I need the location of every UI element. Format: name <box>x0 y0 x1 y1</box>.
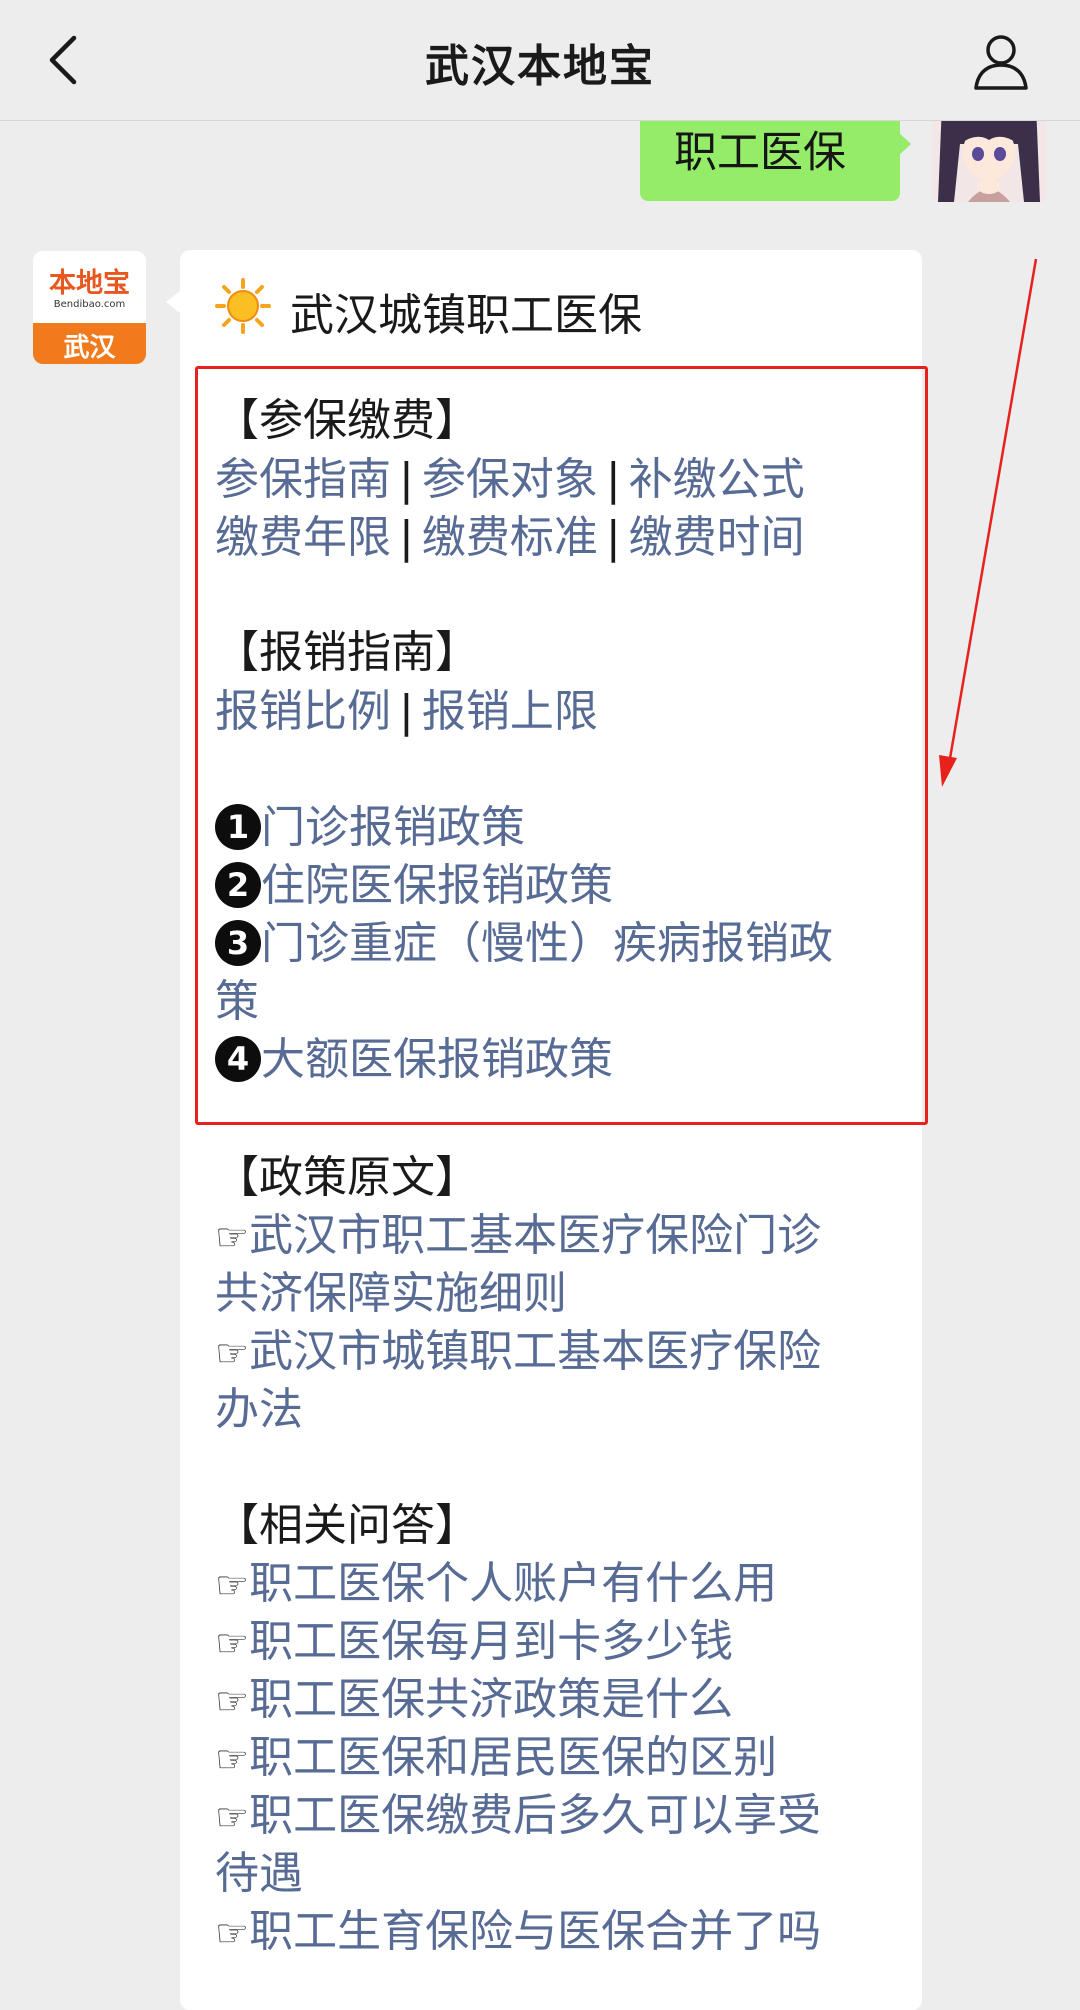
link-policy-basic-measures-wrap[interactable]: 办法 <box>215 1381 303 1439</box>
link-qa-monthly-amount[interactable]: 职工医保每月到卡多少钱 <box>249 1616 733 1667</box>
number-badge: 1 <box>215 804 261 850</box>
link-qa-personal-account[interactable]: 职工医保个人账户有什么用 <box>249 1558 777 1609</box>
section-title-policy: 【政策原文】 <box>215 1152 479 1203</box>
qa-item-5[interactable]: ☞职工医保缴费后多久可以享受 <box>215 1787 821 1845</box>
policy-item-2[interactable]: ☞武汉市城镇职工基本医疗保险 <box>215 1323 821 1381</box>
annotation-arrow <box>939 258 1038 787</box>
link-qa-maternity-merge[interactable]: 职工生育保险与医保合并了吗 <box>249 1906 821 1957</box>
link-back-payment-formula[interactable]: 补缴公式 <box>629 454 805 505</box>
link-policy-basic-measures[interactable]: 武汉市城镇职工基本医疗保险 <box>249 1326 821 1377</box>
numbered-item-3[interactable]: 3 门诊重症（慢性）疾病报销政 <box>215 915 833 973</box>
pointing-hand-icon: ☞ <box>215 1737 250 1781</box>
separator: | <box>399 686 414 737</box>
link-inpatient-policy[interactable]: 住院医保报销政策 <box>261 860 613 911</box>
qa-item-6[interactable]: ☞职工生育保险与医保合并了吗 <box>215 1903 821 1961</box>
numbered-item-4[interactable]: 4 大额医保报销政策 <box>215 1031 613 1089</box>
logo-text: 本地宝 <box>49 268 130 299</box>
number-badge: 2 <box>215 862 261 908</box>
qa-item-1[interactable]: ☞职工医保个人账户有什么用 <box>215 1555 777 1613</box>
link-outpatient-policy[interactable]: 门诊报销政策 <box>261 802 525 853</box>
numbered-item-2[interactable]: 2 住院医保报销政策 <box>215 857 613 915</box>
pointing-hand-icon: ☞ <box>215 1563 250 1607</box>
official-account-avatar[interactable]: 本地宝 Bendibao.com 武汉 <box>33 251 146 364</box>
link-major-medical-policy[interactable]: 大额医保报销政策 <box>261 1034 613 1085</box>
reimburse-links-row: 报销比例 | 报销上限 <box>215 683 598 741</box>
section-title-reimburse: 【报销指南】 <box>215 627 479 678</box>
number-badge: 4 <box>215 1036 261 1082</box>
sun-icon <box>215 278 271 334</box>
top-nav-bar: 武汉本地宝 <box>0 0 1080 121</box>
logo-city-band: 武汉 <box>33 323 146 364</box>
logo-url: Bendibao.com <box>53 299 126 310</box>
link-reimburse-limit[interactable]: 报销上限 <box>422 686 598 737</box>
chat-title: 武汉本地宝 <box>425 41 655 92</box>
sent-bubble-tail <box>898 132 911 156</box>
link-reimburse-ratio[interactable]: 报销比例 <box>215 686 391 737</box>
qa-item-2[interactable]: ☞职工医保每月到卡多少钱 <box>215 1613 733 1671</box>
numbered-item-1[interactable]: 1 门诊报销政策 <box>215 799 525 857</box>
separator: | <box>399 512 414 563</box>
pointing-hand-icon: ☞ <box>215 1331 250 1375</box>
policy-item-1[interactable]: ☞武汉市职工基本医疗保险门诊 <box>215 1207 821 1265</box>
separator: | <box>399 454 414 505</box>
user-profile-icon[interactable] <box>970 30 1032 92</box>
pointing-hand-icon: ☞ <box>215 1911 250 1955</box>
separator: | <box>605 512 621 563</box>
payment-links-row-1: 参保指南 | 参保对象 | 补缴公式 <box>215 451 805 509</box>
qa-item-4[interactable]: ☞职工医保和居民医保的区别 <box>215 1729 777 1787</box>
link-policy-outpatient-rules[interactable]: 武汉市职工基本医疗保险门诊 <box>249 1210 821 1261</box>
link-qa-benefit-wait-wrap[interactable]: 待遇 <box>215 1845 303 1903</box>
link-payment-standard[interactable]: 缴费标准 <box>422 512 598 563</box>
link-chronic-disease-policy-wrap[interactable]: 策 <box>215 973 259 1031</box>
separator: | <box>605 454 621 505</box>
section-title-qa: 【相关问答】 <box>215 1500 479 1551</box>
link-qa-benefit-wait[interactable]: 职工医保缴费后多久可以享受 <box>249 1790 821 1841</box>
pointing-hand-icon: ☞ <box>215 1795 250 1839</box>
payment-links-row-2: 缴费年限 | 缴费标准 | 缴费时间 <box>215 509 805 567</box>
reply-heading-text: 武汉城镇职工医保 <box>290 290 642 341</box>
link-policy-outpatient-rules-wrap[interactable]: 共济保障实施细则 <box>215 1265 567 1323</box>
pointing-hand-icon: ☞ <box>215 1679 250 1723</box>
section-title-payment: 【参保缴费】 <box>215 395 479 446</box>
reply-bubble-tail <box>166 290 181 314</box>
link-payment-time[interactable]: 缴费时间 <box>629 512 805 563</box>
link-insured-targets[interactable]: 参保对象 <box>422 454 598 505</box>
qa-item-3[interactable]: ☞职工医保共济政策是什么 <box>215 1671 733 1729</box>
link-insurance-guide[interactable]: 参保指南 <box>215 454 391 505</box>
logo-top-panel: 本地宝 Bendibao.com <box>33 251 146 323</box>
link-qa-mutual-aid[interactable]: 职工医保共济政策是什么 <box>249 1674 733 1725</box>
pointing-hand-icon: ☞ <box>215 1621 250 1665</box>
pointing-hand-icon: ☞ <box>215 1215 250 1259</box>
sent-message-text: 职工医保 <box>674 128 846 178</box>
logo-city: 武汉 <box>63 333 116 363</box>
link-chronic-disease-policy[interactable]: 门诊重症（慢性）疾病报销政 <box>261 918 833 969</box>
number-badge: 3 <box>215 920 261 966</box>
link-payment-years[interactable]: 缴费年限 <box>215 512 391 563</box>
link-qa-difference[interactable]: 职工医保和居民医保的区别 <box>249 1732 777 1783</box>
